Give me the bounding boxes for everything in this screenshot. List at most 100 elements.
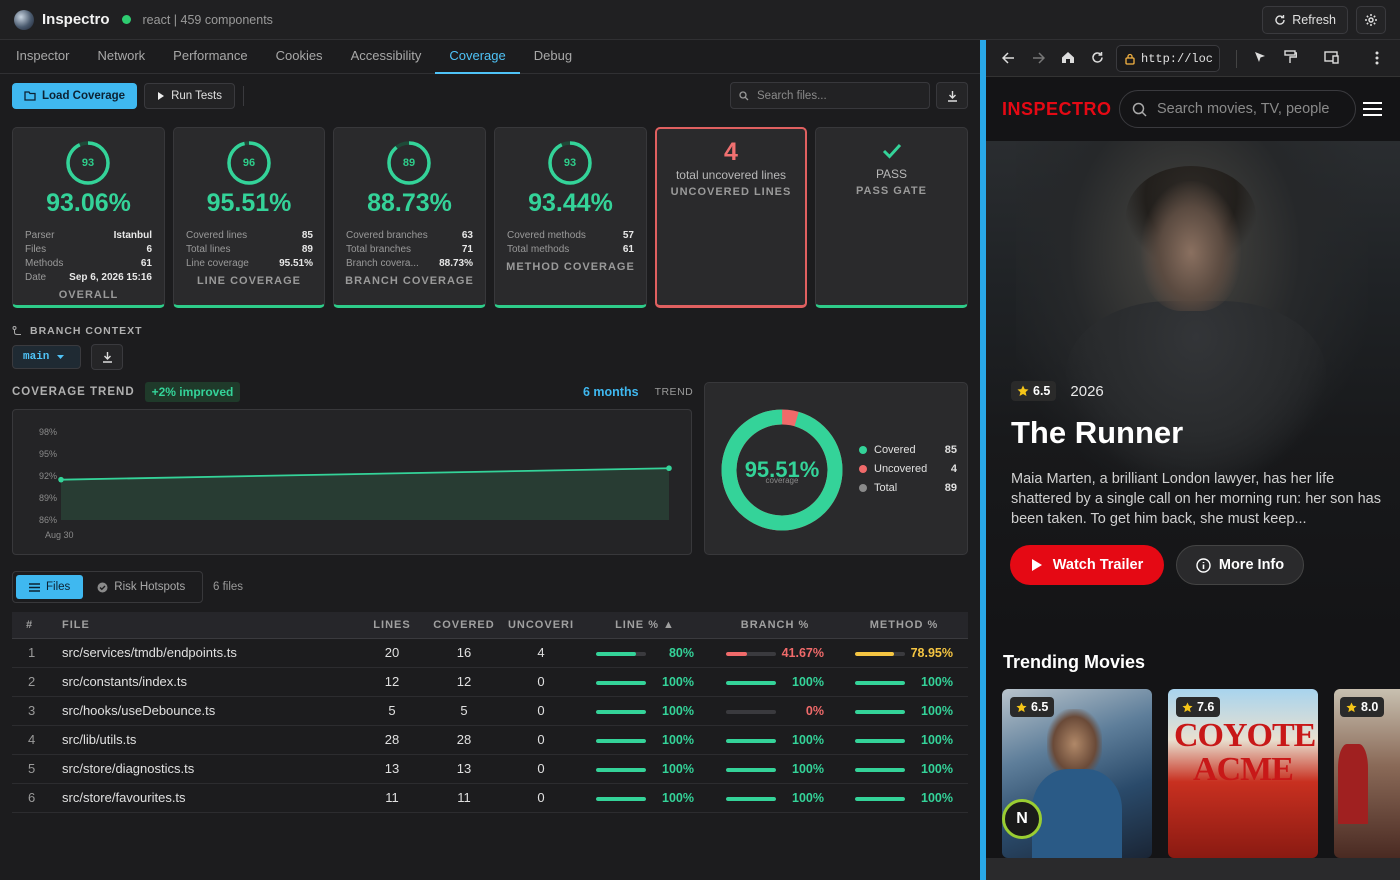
table-row[interactable]: 2 src/constants/index.ts 12 12 0 100% 100% 100% [12, 667, 968, 697]
column-header[interactable]: FILE [62, 612, 358, 639]
line-coverage-bar [596, 651, 646, 656]
check-icon [882, 143, 902, 159]
tab-cookies[interactable]: Cookies [262, 40, 337, 74]
branch-icon [12, 325, 21, 335]
site-search-input[interactable]: Search movies, TV, people [1119, 90, 1356, 128]
watch-trailer-button[interactable]: Watch Trailer [1010, 545, 1164, 585]
coverage-trend-header: COVERAGE TREND +2% improved [12, 382, 241, 402]
hamburger-menu-icon[interactable] [1363, 102, 1382, 116]
poster-card-2[interactable]: COYOTE ACME 7.6 [1168, 689, 1318, 858]
tab-network[interactable]: Network [83, 40, 159, 74]
tab-inspector[interactable]: Inspector [2, 40, 83, 74]
column-header[interactable]: UNCOVERI [502, 612, 580, 639]
refresh-button[interactable]: Refresh [1262, 6, 1348, 34]
uncovered-label: UNCOVERED LINES [670, 186, 792, 198]
back-icon[interactable] [1002, 52, 1015, 64]
line-coverage-bar [596, 709, 646, 714]
browser-preview: http://loc INSPECTRO Search movies, TV, … [986, 40, 1400, 880]
method-coverage-cell: 100% [840, 783, 968, 813]
cell-n: 4 [12, 725, 62, 755]
responsive-icon[interactable] [1324, 51, 1340, 64]
cell-n: 5 [12, 754, 62, 784]
poster-card-3[interactable]: 8.0 [1334, 689, 1400, 858]
line-coverage-value: 100% [662, 762, 694, 776]
line-row-total: Total lines 89 [186, 244, 313, 255]
coverage-toolbar: Load Coverage Run Tests Search files... [12, 82, 968, 110]
branch-download-button[interactable] [91, 344, 123, 370]
method-coverage-bar [855, 709, 905, 714]
lock-icon [1125, 53, 1135, 65]
tab-coverage[interactable]: Coverage [435, 40, 520, 74]
trend-range-select[interactable]: 6 months [583, 385, 639, 399]
table-row[interactable]: 4 src/lib/utils.ts 28 28 0 100% 100% 100% [12, 725, 968, 755]
home-icon[interactable] [1061, 51, 1075, 64]
poster-rating-badge: 7.6 [1176, 697, 1221, 717]
branch-coverage-bar [726, 796, 776, 801]
method-percent: 93.44% [528, 189, 613, 217]
search-files-input[interactable]: Search files... [730, 82, 930, 109]
column-header[interactable]: METHOD % [840, 612, 968, 639]
table-row[interactable]: 1 src/services/tmdb/endpoints.ts 20 16 4 80% 4… [12, 638, 968, 668]
download-icon [947, 90, 957, 102]
overall-card: 93 93.06% Parser Istanbul Files 6 Methods 6… [12, 127, 165, 308]
files-count: 6 files [213, 581, 244, 593]
pointer-icon[interactable] [1254, 51, 1266, 64]
branch-coverage-bar [726, 680, 776, 685]
cell-file: src/lib/utils.ts [62, 725, 358, 755]
load-coverage-button[interactable]: Load Coverage [12, 83, 138, 109]
branch-coverage-cell: 100% [710, 667, 840, 697]
paint-roller-icon[interactable] [1284, 50, 1297, 64]
next-js-badge-icon[interactable]: N [1002, 799, 1042, 839]
site-header: INSPECTRO Search movies, TV, people [986, 77, 1400, 141]
files-tab[interactable]: Files [16, 575, 84, 599]
horizontal-scrollbar[interactable] [986, 858, 1400, 880]
hero-year: 2026 [1070, 382, 1104, 400]
cell-uncovered: 4 [502, 638, 580, 668]
column-header[interactable]: # [12, 612, 62, 639]
more-info-button[interactable]: More Info [1176, 545, 1304, 585]
tab-performance[interactable]: Performance [159, 40, 261, 74]
legend-covered: Covered 85 [859, 444, 957, 456]
cell-n: 2 [12, 667, 62, 697]
toolbar-divider [243, 86, 245, 106]
method-coverage-cell: 78.95% [840, 638, 968, 668]
branch-coverage-bar [726, 709, 776, 714]
column-header[interactable]: LINES [358, 612, 426, 639]
tab-debug[interactable]: Debug [520, 40, 586, 74]
export-button[interactable] [936, 82, 968, 109]
method-coverage-value: 100% [921, 675, 953, 689]
trending-movies-title: Trending Movies [1003, 652, 1146, 672]
method-coverage-bar [855, 738, 905, 743]
settings-button[interactable] [1356, 6, 1386, 34]
method-coverage-cell: 100% [840, 696, 968, 726]
overall-row-date: Date Sep 6, 2026 15:16 [25, 272, 152, 283]
method-coverage-bar [855, 767, 905, 772]
url-bar[interactable]: http://loc [1116, 45, 1220, 72]
table-row[interactable]: 5 src/store/diagnostics.ts 13 13 0 100% 100% 10… [12, 754, 968, 784]
table-row[interactable]: 3 src/hooks/useDebounce.ts 5 5 0 100% 0% 100% [12, 696, 968, 726]
more-vertical-icon[interactable] [1375, 51, 1379, 65]
tab-accessibility[interactable]: Accessibility [337, 40, 436, 74]
branch-coverage-value: 100% [792, 733, 824, 747]
table-row[interactable]: 6 src/store/favourites.ts 11 11 0 100% 100% 100… [12, 783, 968, 813]
line-coverage-bar [596, 738, 646, 743]
poster-card-1[interactable]: N 6.5 [1002, 689, 1152, 858]
run-tests-button[interactable]: Run Tests [144, 83, 236, 109]
column-header[interactable]: BRANCH % [710, 612, 840, 639]
method-coverage-card: 93 93.44% Covered methods 57 Total method… [494, 127, 647, 308]
hero-rating-badge: 6.5 [1011, 381, 1057, 401]
risk-hotspots-tab[interactable]: Risk Hotspots [83, 575, 199, 599]
column-header[interactable]: COVERED [426, 612, 502, 639]
method-coverage-value: 100% [921, 704, 953, 718]
column-header[interactable]: LINE % ▲ [580, 612, 710, 639]
line-coverage-cell: 80% [580, 638, 710, 668]
forward-icon[interactable] [1032, 52, 1045, 64]
cell-lines: 28 [358, 725, 426, 755]
coverage-trend-label: COVERAGE TREND [12, 386, 135, 398]
branch-ring-value: 89 [402, 157, 416, 169]
reload-icon[interactable] [1091, 51, 1104, 64]
star-icon [1016, 701, 1027, 712]
site-brand[interactable]: INSPECTRO [1002, 99, 1112, 120]
method-ring-value: 93 [563, 157, 577, 169]
branch-select[interactable]: main [12, 345, 81, 369]
